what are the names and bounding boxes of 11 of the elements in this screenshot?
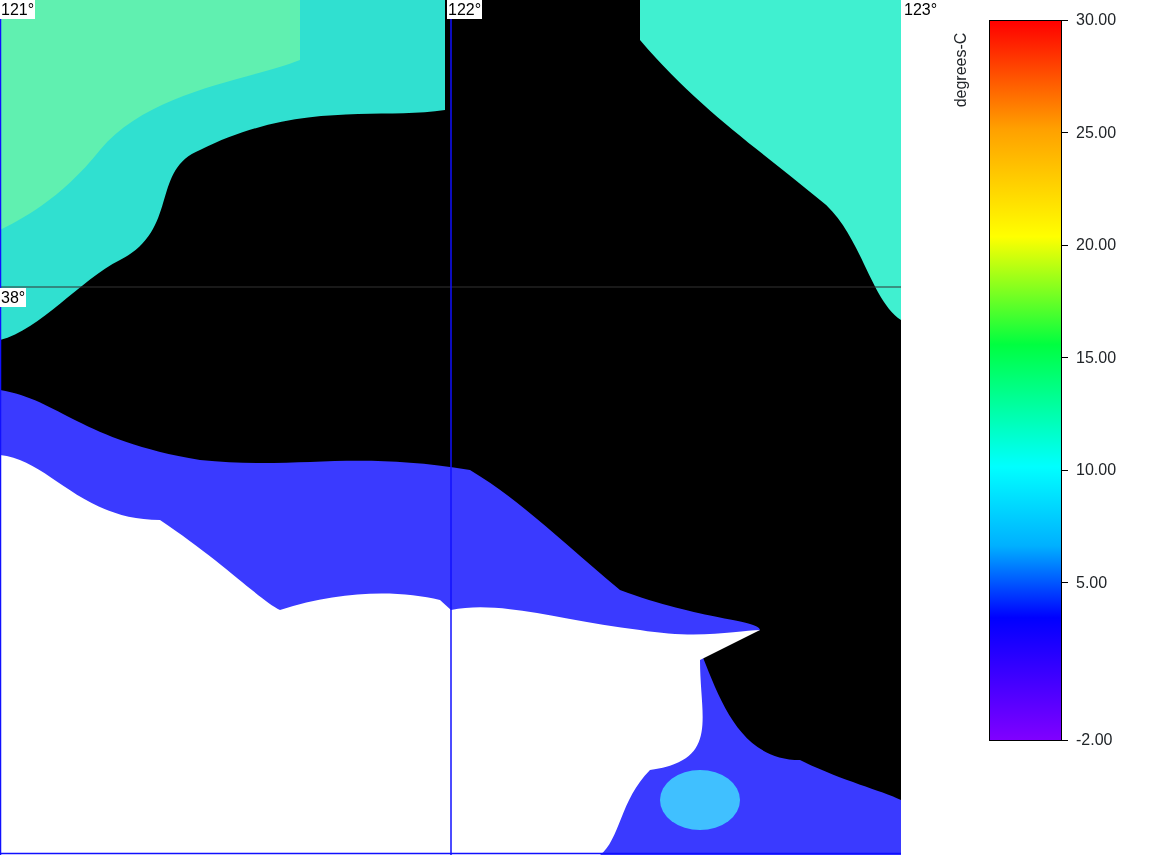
colorbar-tick-label: -2.00 bbox=[1075, 730, 1113, 750]
colorbar-tick-label: 15.00 bbox=[1075, 347, 1117, 368]
longitude-label: 122° bbox=[447, 0, 483, 19]
colorbar-tick-label: 10.00 bbox=[1075, 460, 1117, 480]
latitude-label: 38° bbox=[0, 288, 27, 307]
colorbar-tick-label: 30.00 bbox=[1075, 10, 1117, 30]
colorbar-tick-label: 20.00 bbox=[1075, 235, 1117, 255]
colorbar-tick-label: 25.00 bbox=[1075, 122, 1117, 143]
colorbar-tick-label: 5.00 bbox=[1075, 572, 1108, 593]
longitude-label: 121° bbox=[0, 0, 36, 19]
colorbar-title: degrees-C bbox=[951, 32, 970, 108]
